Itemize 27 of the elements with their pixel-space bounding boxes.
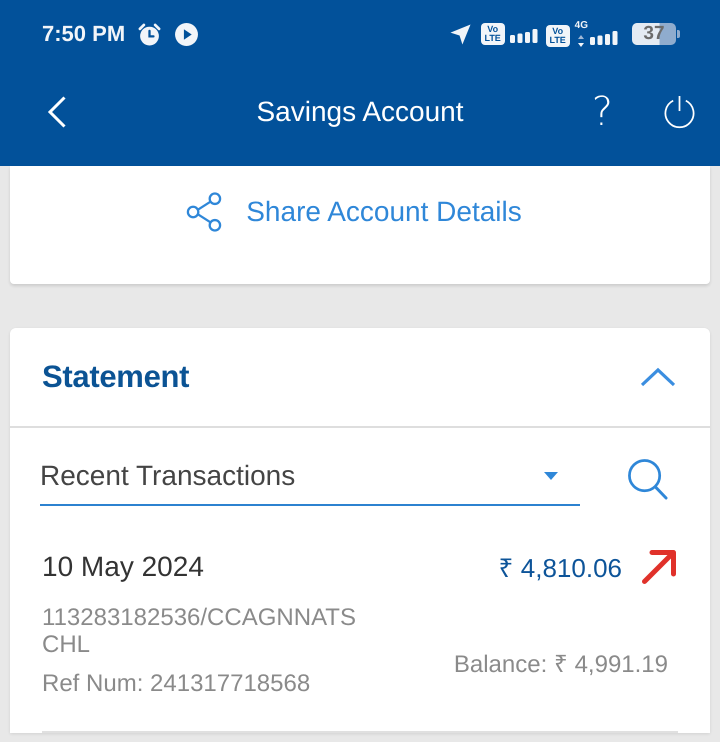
chevron-icon[interactable] <box>640 367 676 387</box>
volte-badge: Vo LTE <box>546 25 570 47</box>
signal-icon <box>590 31 618 45</box>
transaction-amount: ₹ 4,810.06 <box>498 552 622 585</box>
signal-icon <box>510 29 538 43</box>
back-icon[interactable] <box>48 96 67 128</box>
power-icon[interactable] <box>663 95 696 129</box>
network-type: 4G <box>574 21 588 31</box>
status-time: 7:50 PM <box>42 21 126 47</box>
share-icon <box>186 192 222 232</box>
help-button[interactable]: ? <box>592 90 613 134</box>
share-account-details-button[interactable]: Share Account Details <box>186 192 522 232</box>
caret-icon <box>544 472 558 480</box>
diagonal-arrow-icon <box>640 548 678 586</box>
volte-badge: Vo LTE <box>480 23 505 45</box>
reference-number: Ref Num: 241317718568 <box>42 670 312 697</box>
page-title: Savings Account <box>256 96 464 128</box>
alarm-clock-icon <box>137 22 162 46</box>
data-arrows-icon <box>578 35 584 47</box>
transactions-dropdown[interactable]: Recent Transactions <box>40 452 580 506</box>
balance-text: Balance: ₹ 4,991.19 <box>454 651 668 678</box>
search-icon[interactable] <box>627 458 668 500</box>
play-icon <box>174 22 200 46</box>
location-arrow-icon <box>450 24 471 44</box>
transaction-description: 113283182536/CCAGNNATS CHL <box>42 604 357 658</box>
transaction-date: 10 May 2024 <box>42 551 204 583</box>
statement-title: Statement <box>42 359 190 395</box>
